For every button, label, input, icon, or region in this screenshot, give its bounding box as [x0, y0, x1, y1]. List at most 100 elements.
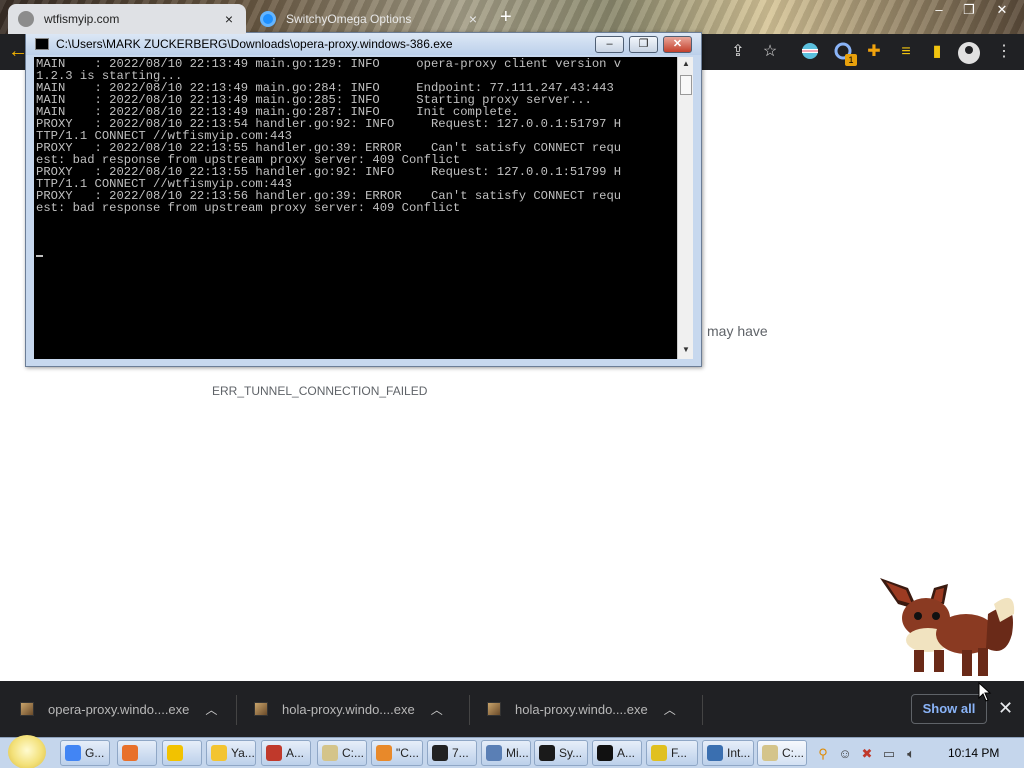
console-maximize-button[interactable]: ❐: [629, 36, 658, 53]
download-item[interactable]: opera-proxy.windo....exe ︿: [20, 693, 217, 725]
app-icon: [65, 745, 81, 761]
tab-wtfismyip[interactable]: wtfismyip.com ×: [8, 4, 246, 34]
minimize-window-button[interactable]: –: [925, 0, 953, 20]
extension-icon[interactable]: [800, 42, 820, 62]
download-item[interactable]: hola-proxy.windo....exe ︿: [487, 693, 676, 725]
extension-badge: 1: [845, 54, 857, 66]
show-all-downloads-button[interactable]: Show all: [911, 694, 987, 724]
app-icon: [322, 745, 338, 761]
profile-icon[interactable]: [958, 42, 980, 64]
divider: [469, 695, 470, 725]
taskbar-app-button[interactable]: A...: [592, 740, 642, 766]
chevron-up-icon[interactable]: ︿: [431, 701, 443, 718]
download-item[interactable]: hola-proxy.windo....exe ︿: [254, 693, 443, 725]
download-filename: hola-proxy.windo....exe: [515, 701, 648, 717]
volume-icon[interactable]: 🔈︎: [903, 746, 919, 762]
taskbar-app-button[interactable]: [162, 740, 202, 766]
chevron-up-icon[interactable]: ︿: [205, 701, 217, 718]
console-log: MAIN : 2022/08/10 22:13:49 main.go:129: …: [36, 58, 621, 214]
exe-file-icon: [20, 702, 34, 716]
menu-icon[interactable]: ⋮: [994, 42, 1014, 62]
smiley-icon[interactable]: ☺: [837, 746, 853, 762]
browser-tab-strip: wtfismyip.com × SwitchyOmega Options × +…: [0, 0, 1024, 34]
taskbar-app-button[interactable]: C:...: [757, 740, 807, 766]
app-icon: [651, 745, 667, 761]
chevron-up-icon[interactable]: ︿: [664, 701, 676, 718]
console-scrollbar[interactable]: ▲ ▼: [677, 57, 693, 359]
tab-close-icon[interactable]: ×: [222, 11, 236, 27]
exe-file-icon: [487, 702, 501, 716]
console-cursor: [36, 255, 43, 257]
display-icon[interactable]: ▭: [881, 746, 897, 762]
star-icon[interactable]: ☆: [760, 42, 780, 62]
app-icon: [122, 745, 138, 761]
download-filename: hola-proxy.windo....exe: [282, 701, 415, 717]
network-error-icon[interactable]: ✖: [859, 746, 875, 762]
exe-file-icon: [254, 702, 268, 716]
tab-label: wtfismyip.com: [44, 12, 120, 26]
tab-switchyomega-options[interactable]: SwitchyOmega Options ×: [250, 4, 490, 34]
close-downloads-bar-icon[interactable]: ✕: [998, 698, 1013, 719]
mouse-pointer-icon: [978, 682, 992, 702]
error-description-text: may have: [707, 323, 768, 339]
console-close-button[interactable]: ✕: [663, 36, 692, 53]
taskbar-app-label: C:...: [342, 746, 365, 760]
scroll-up-icon[interactable]: ▲: [678, 59, 694, 68]
tab-label: SwitchyOmega Options: [286, 12, 412, 26]
taskbar-app-label: C:...: [782, 746, 805, 760]
start-button[interactable]: [8, 735, 46, 768]
divider: [702, 695, 703, 725]
taskbar-app-label: Mi...: [506, 746, 529, 760]
taskbar-app-label: 7...: [452, 746, 469, 760]
console-line: est: bad response from upstream proxy se…: [36, 201, 461, 215]
download-filename: opera-proxy.windo....exe: [48, 701, 190, 717]
error-code: ERR_TUNNEL_CONNECTION_FAILED: [212, 384, 428, 398]
taskbar-app-button[interactable]: Ya...: [206, 740, 256, 766]
side-panel-icon[interactable]: ▮: [927, 42, 947, 62]
taskbar-app-label: A...: [286, 746, 305, 760]
maximize-window-button[interactable]: ❐: [955, 0, 983, 20]
app-icon: [486, 745, 502, 761]
taskbar-app-button[interactable]: G...: [60, 740, 110, 766]
app-icon: [597, 745, 613, 761]
app-icon: [211, 745, 227, 761]
app-icon: [707, 745, 723, 761]
taskbar-clock[interactable]: 10:14 PM: [948, 746, 999, 760]
app-icon: [376, 745, 392, 761]
taskbar-app-button[interactable]: Sy...: [534, 740, 588, 766]
app-icon: [539, 745, 555, 761]
app-icon: [167, 745, 183, 761]
puzzle-icon[interactable]: ✚: [864, 42, 884, 62]
new-tab-button[interactable]: +: [500, 6, 512, 29]
taskbar-app-label: G...: [85, 746, 105, 760]
console-window[interactable]: C:\Users\MARK ZUCKERBERG\Downloads\opera…: [25, 32, 702, 367]
console-title: C:\Users\MARK ZUCKERBERG\Downloads\opera…: [56, 37, 453, 51]
close-window-button[interactable]: ✕: [988, 0, 1016, 20]
taskbar-app-button[interactable]: F...: [646, 740, 698, 766]
taskbar-app-button[interactable]: 7...: [427, 740, 477, 766]
switchyomega-favicon-icon: [260, 11, 276, 27]
share-icon[interactable]: ⇪: [728, 42, 748, 62]
taskbar-app-button[interactable]: [117, 740, 157, 766]
scroll-thumb[interactable]: [680, 75, 692, 95]
eevee-desktop-pet[interactable]: [878, 574, 1018, 682]
app-icon: [762, 745, 778, 761]
tab-close-icon[interactable]: ×: [466, 11, 480, 27]
console-output[interactable]: MAIN : 2022/08/10 22:13:49 main.go:129: …: [34, 57, 677, 359]
console-titlebar[interactable]: C:\Users\MARK ZUCKERBERG\Downloads\opera…: [26, 33, 701, 55]
taskbar-app-label: "C...: [396, 746, 419, 760]
scroll-down-icon[interactable]: ▼: [678, 345, 694, 354]
reading-list-icon[interactable]: ≡: [896, 42, 916, 62]
console-minimize-button[interactable]: –: [595, 36, 624, 53]
taskbar-app-button[interactable]: Int...: [702, 740, 754, 766]
app-icon: [432, 745, 448, 761]
taskbar-app-button[interactable]: Mi...: [481, 740, 531, 766]
taskbar-app-label: Sy...: [559, 746, 583, 760]
taskbar-app-button[interactable]: A...: [261, 740, 311, 766]
taskbar-app-button[interactable]: C:...: [317, 740, 367, 766]
console-app-icon: [35, 38, 49, 50]
taskbar-app-label: F...: [671, 746, 688, 760]
taskbar-app-button[interactable]: "C...: [371, 740, 423, 766]
app-icon: [266, 745, 282, 761]
search-icon[interactable]: ⚲: [815, 746, 831, 762]
